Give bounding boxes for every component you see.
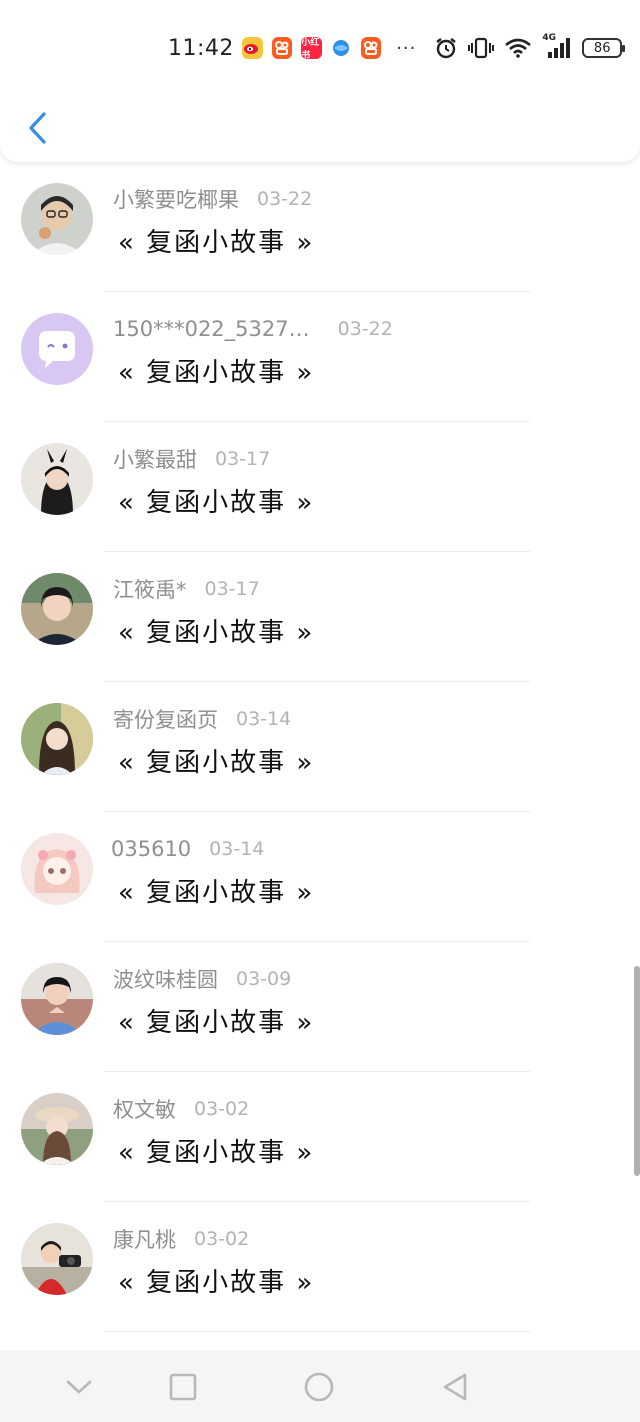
sender-name: 权文敏 <box>113 1098 176 1122</box>
battery-level: 86 <box>593 40 611 56</box>
sender-name: 150***022_5327… <box>113 317 310 341</box>
chevron-down-icon <box>66 1380 92 1394</box>
avatar[interactable] <box>21 833 93 905</box>
sender-name: 寄份复函页 <box>113 708 218 732</box>
avatar[interactable] <box>21 573 93 645</box>
avatar[interactable] <box>21 183 93 255</box>
browser-icon <box>331 37 352 59</box>
message-list: 小繁要吃椰果 03-22 « 复函小故事 » 150***022_5327… 03-… <box>0 162 640 1332</box>
avatar[interactable] <box>21 1093 93 1165</box>
square-icon <box>169 1373 197 1401</box>
list-item[interactable]: 小繁要吃椰果 03-22 « 复函小故事 » <box>0 162 640 292</box>
message-date: 03-14 <box>236 708 292 730</box>
sender-name: 小繁最甜 <box>113 448 197 472</box>
triangle-back-icon <box>443 1373 467 1401</box>
message-preview: « 复函小故事 » <box>118 1008 315 1038</box>
list-item[interactable]: 波纹味桂圆 03-09 « 复函小故事 » <box>0 942 640 1072</box>
list-item[interactable]: 小繁最甜 03-17 « 复函小故事 » <box>0 422 640 552</box>
network-type: 4G <box>542 33 557 43</box>
avatar[interactable] <box>21 703 93 775</box>
message-date: 03-02 <box>194 1098 250 1120</box>
nav-back-button[interactable] <box>438 1370 472 1404</box>
sender-name: 江筱禹* <box>113 578 187 602</box>
message-preview: « 复函小故事 » <box>118 748 315 778</box>
message-preview: « 复函小故事 » <box>118 618 315 648</box>
message-date: 03-17 <box>215 448 271 470</box>
kuaishou-icon-2 <box>360 37 382 59</box>
xiaohongshu-icon: 小红书 <box>301 37 322 61</box>
divider <box>104 1331 530 1332</box>
avatar[interactable] <box>21 313 93 385</box>
nav-home-button[interactable] <box>302 1370 336 1404</box>
more-notifications: ··· <box>396 37 417 59</box>
message-date: 03-22 <box>337 318 393 340</box>
list-item[interactable]: 150***022_5327… 03-22 « 复函小故事 » <box>0 292 640 422</box>
message-date: 03-22 <box>257 188 313 210</box>
list-item[interactable]: 035610 03-14 « 复函小故事 » <box>0 812 640 942</box>
message-preview: « 复函小故事 » <box>118 1268 315 1298</box>
nav-recents-button[interactable] <box>166 1370 200 1404</box>
kuaishou-icon <box>271 37 293 59</box>
message-preview: « 复函小故事 » <box>118 228 315 258</box>
header: 11:42 小红书 ··· 4G 86 <box>0 0 640 162</box>
sender-name: 035610 <box>111 837 192 861</box>
message-preview: « 复函小故事 » <box>118 358 315 388</box>
message-date: 03-02 <box>194 1228 250 1250</box>
battery-icon: 86 <box>582 38 625 58</box>
circle-icon <box>304 1372 334 1402</box>
cellular-signal-icon: 4G <box>542 33 572 59</box>
list-item[interactable]: 康凡桃 03-02 « 复函小故事 » <box>0 1202 640 1332</box>
avatar[interactable] <box>21 963 93 1035</box>
wifi-icon <box>504 38 532 58</box>
message-date: 03-09 <box>236 968 292 990</box>
avatar[interactable] <box>21 443 93 515</box>
message-preview: « 复函小故事 » <box>118 1138 315 1168</box>
message-preview: « 复函小故事 » <box>118 878 315 908</box>
status-time: 11:42 <box>168 35 234 61</box>
weibo-icon <box>241 37 263 59</box>
list-item[interactable]: 权文敏 03-02 « 复函小故事 » <box>0 1072 640 1202</box>
list-item[interactable]: 寄份复函页 03-14 « 复函小故事 » <box>0 682 640 812</box>
sender-name: 波纹味桂圆 <box>113 968 218 992</box>
system-nav-bar <box>0 1350 640 1422</box>
message-preview: « 复函小故事 » <box>118 488 315 518</box>
back-button[interactable] <box>22 110 52 146</box>
status-bar: 11:42 小红书 ··· 4G 86 <box>168 30 625 66</box>
list-item[interactable]: 江筱禹* 03-17 « 复函小故事 » <box>0 552 640 682</box>
message-date: 03-17 <box>204 578 260 600</box>
alarm-icon <box>434 36 458 60</box>
message-date: 03-14 <box>209 838 265 860</box>
avatar[interactable] <box>21 1223 93 1295</box>
chevron-left-icon <box>29 112 46 144</box>
nav-collapse-button[interactable] <box>62 1370 96 1404</box>
sender-name: 康凡桃 <box>113 1228 176 1252</box>
vibrate-icon <box>468 37 495 59</box>
scrollbar[interactable] <box>634 966 640 1176</box>
sender-name: 小繁要吃椰果 <box>113 188 239 212</box>
